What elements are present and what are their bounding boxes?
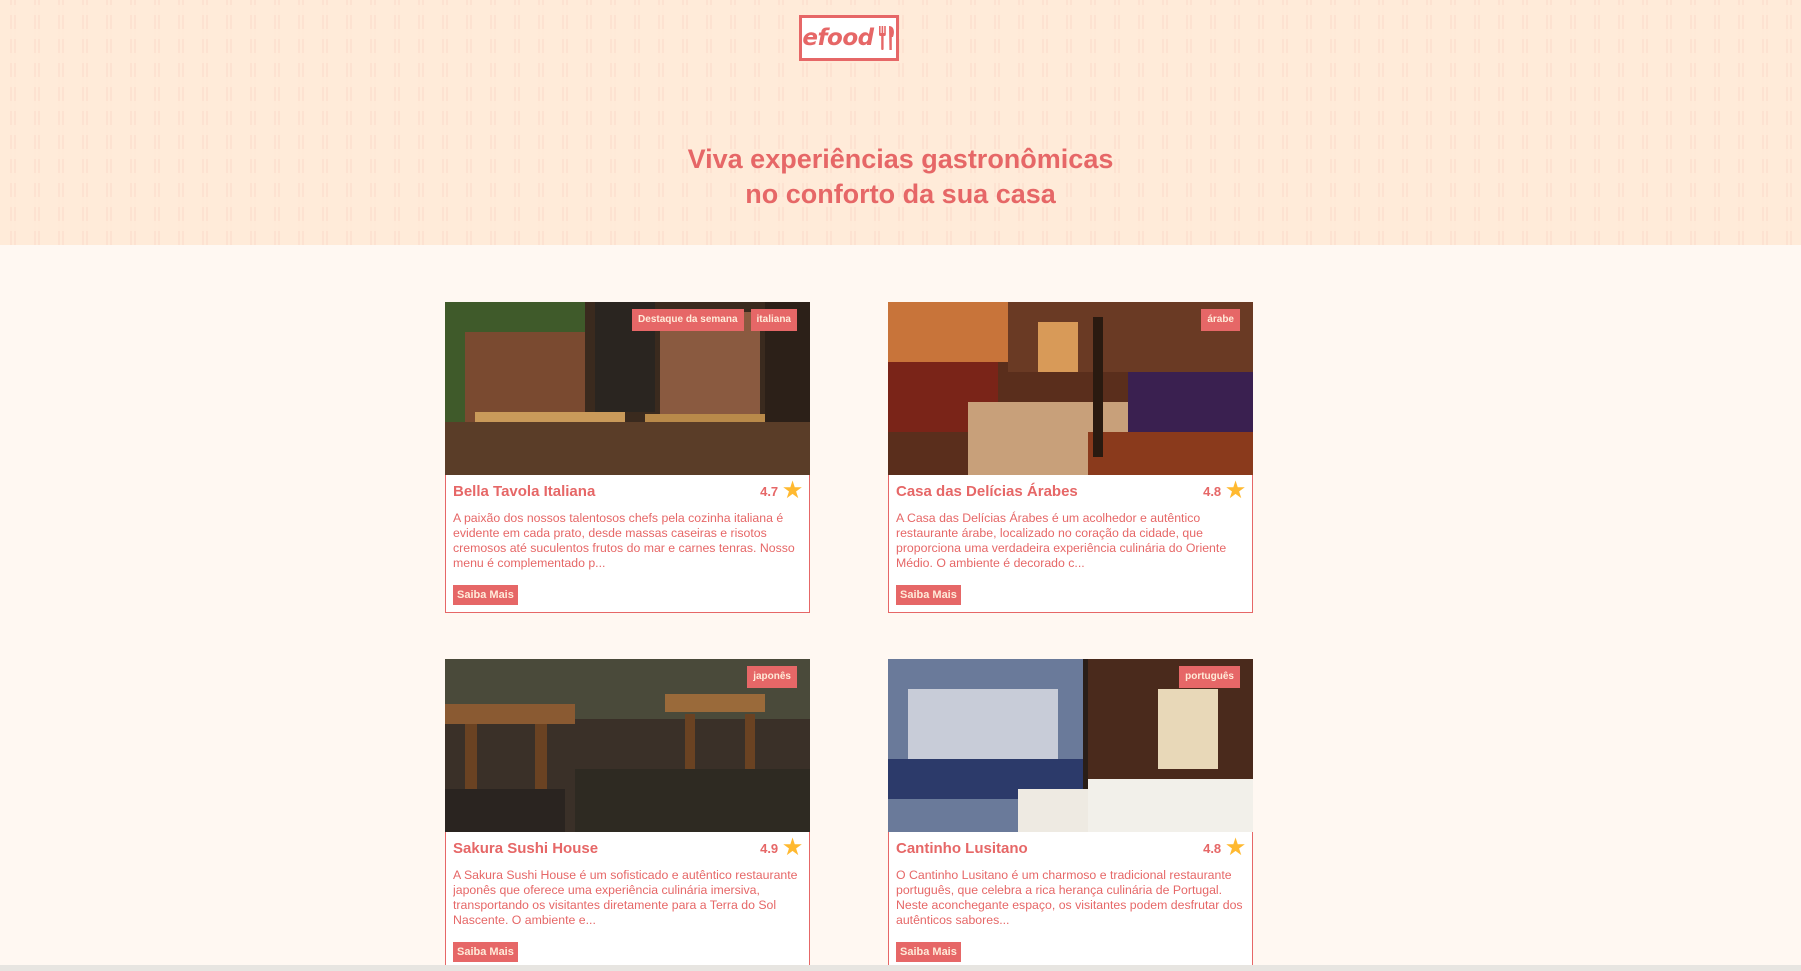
restaurant-card: japonês Sakura Sushi House 4.9 ★ A Sakur… [445, 659, 810, 970]
star-icon: ★ [1226, 479, 1245, 502]
rating: 4.9 ★ [760, 836, 802, 859]
card-header: Casa das Delícias Árabes 4.8 ★ [889, 475, 1252, 502]
restaurant-image: árabe [888, 302, 1253, 475]
tag-list: português [1179, 666, 1240, 688]
hero-title-line-1: Viva experiências gastronômicas [687, 144, 1114, 174]
restaurant-card: português Cantinho Lusitano 4.8 ★ O Cant… [888, 659, 1253, 970]
star-icon: ★ [783, 479, 802, 502]
rating-value: 4.7 [760, 483, 779, 499]
restaurant-description: O Cantinho Lusitano é um charmoso e trad… [896, 868, 1243, 927]
card-header: Cantinho Lusitano 4.8 ★ [889, 832, 1252, 859]
window-bottom-edge [0, 965, 1801, 971]
tag-cuisine: árabe [1201, 309, 1240, 331]
cutlery-icon [878, 26, 894, 50]
restaurant-name: Sakura Sushi House [453, 839, 599, 857]
rating: 4.8 ★ [1203, 836, 1245, 859]
rating-value: 4.8 [1203, 483, 1222, 499]
restaurant-image: japonês [445, 659, 810, 832]
saiba-mais-button[interactable]: Saiba Mais [453, 942, 518, 962]
hero-header: efood Viva experiências gastronômicas no… [0, 0, 1801, 245]
restaurant-card: Destaque da semana italiana Bella Tavola… [445, 302, 810, 613]
hero-title-line-2: no conforto da sua casa [745, 179, 1056, 209]
tag-list: árabe [1201, 309, 1240, 331]
restaurant-card: árabe Casa das Delícias Árabes 4.8 ★ A C… [888, 302, 1253, 613]
restaurant-image: Destaque da semana italiana [445, 302, 810, 475]
restaurant-description: A paixão dos nossos talentosos chefs pel… [453, 511, 795, 570]
card-header: Bella Tavola Italiana 4.7 ★ [446, 475, 809, 502]
restaurant-description: A Casa das Delícias Árabes é um acolhedo… [896, 511, 1227, 570]
logo-text: efood [802, 25, 874, 51]
hero-title: Viva experiências gastronômicas no confo… [0, 142, 1801, 212]
star-icon: ★ [783, 836, 802, 859]
rating: 4.7 ★ [760, 479, 802, 502]
tag-cuisine: português [1179, 666, 1240, 688]
restaurant-name: Bella Tavola Italiana [453, 482, 596, 500]
saiba-mais-button[interactable]: Saiba Mais [453, 585, 518, 605]
card-header: Sakura Sushi House 4.9 ★ [446, 832, 809, 859]
rating: 4.8 ★ [1203, 479, 1245, 502]
tag-highlight: Destaque da semana [632, 309, 744, 331]
restaurant-description: A Sakura Sushi House é um sofisticado e … [453, 868, 798, 927]
rating-value: 4.9 [760, 840, 779, 856]
star-icon: ★ [1226, 836, 1245, 859]
tag-cuisine: italiana [750, 309, 797, 331]
saiba-mais-button[interactable]: Saiba Mais [896, 585, 961, 605]
efood-logo[interactable]: efood [799, 15, 899, 61]
restaurant-image: português [888, 659, 1253, 832]
restaurant-list: Destaque da semana italiana Bella Tavola… [445, 302, 1255, 970]
tag-list: Destaque da semana italiana [632, 309, 797, 331]
saiba-mais-button[interactable]: Saiba Mais [896, 942, 961, 962]
rating-value: 4.8 [1203, 840, 1222, 856]
restaurant-name: Casa das Delícias Árabes [896, 482, 1078, 500]
tag-list: japonês [747, 666, 797, 688]
restaurant-name: Cantinho Lusitano [896, 839, 1028, 857]
tag-cuisine: japonês [747, 666, 797, 688]
